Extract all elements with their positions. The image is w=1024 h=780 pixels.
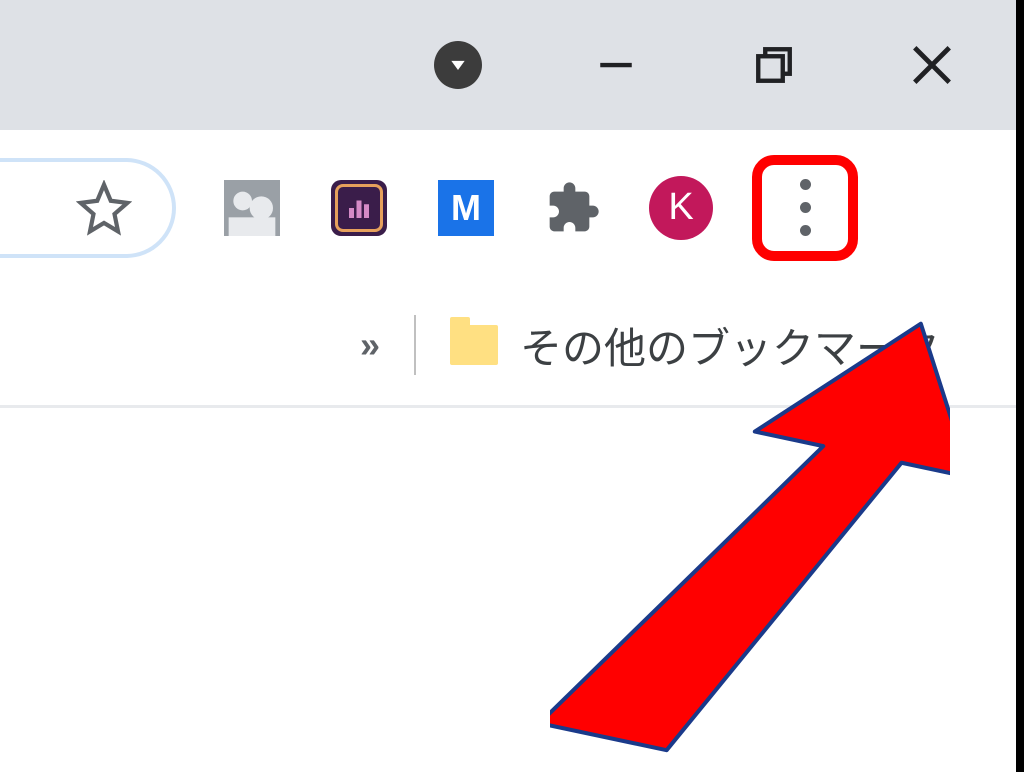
address-bar-right bbox=[0, 158, 176, 258]
bookmark-star-button[interactable] bbox=[76, 180, 132, 236]
menu-button[interactable] bbox=[752, 155, 858, 261]
divider bbox=[414, 315, 416, 375]
star-icon bbox=[76, 180, 132, 236]
puzzle-icon bbox=[545, 180, 601, 236]
window-titlebar bbox=[0, 0, 1024, 130]
m-letter: M bbox=[451, 187, 481, 229]
analytics-icon bbox=[331, 180, 387, 236]
extensions-button[interactable] bbox=[542, 177, 604, 239]
extension-analytics[interactable] bbox=[328, 177, 390, 239]
other-bookmarks-label: その他のブックマーク bbox=[520, 315, 940, 376]
kebab-dot-icon bbox=[800, 202, 811, 213]
folder-icon bbox=[450, 325, 498, 365]
kebab-dot-icon bbox=[800, 225, 811, 236]
minimize-button[interactable] bbox=[592, 41, 640, 89]
google-icon bbox=[224, 180, 280, 236]
other-bookmarks-button[interactable]: その他のブックマーク bbox=[450, 315, 940, 376]
dropdown-button[interactable] bbox=[434, 41, 482, 89]
maximize-button[interactable] bbox=[750, 41, 798, 89]
extension-google[interactable] bbox=[221, 177, 283, 239]
page-content bbox=[0, 408, 1024, 772]
browser-toolbar: M K bbox=[0, 130, 1024, 285]
m-icon: M bbox=[438, 180, 494, 236]
avatar-initial: K bbox=[668, 186, 693, 229]
bookmarks-overflow-button[interactable]: » bbox=[360, 324, 380, 366]
bookmarks-bar: » その他のブックマーク bbox=[0, 285, 1024, 405]
close-icon bbox=[909, 42, 955, 88]
extension-m[interactable]: M bbox=[435, 177, 497, 239]
maximize-icon bbox=[753, 44, 795, 86]
triangle-down-icon bbox=[434, 41, 482, 89]
minimize-icon bbox=[595, 44, 637, 86]
close-button[interactable] bbox=[908, 41, 956, 89]
profile-avatar[interactable]: K bbox=[649, 176, 713, 240]
kebab-dot-icon bbox=[800, 179, 811, 190]
